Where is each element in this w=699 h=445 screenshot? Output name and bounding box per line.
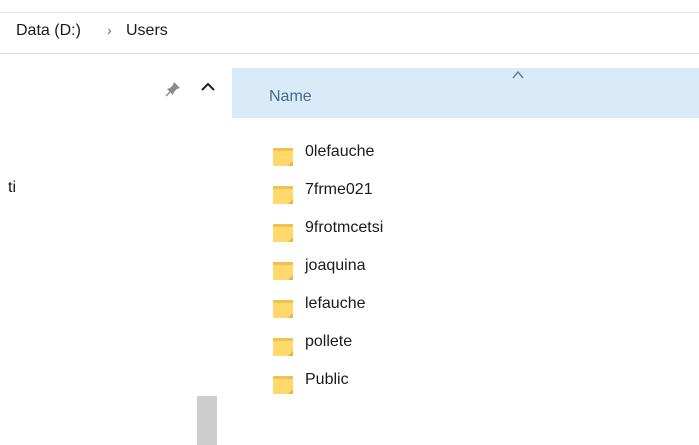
list-item[interactable]: Public <box>268 368 598 398</box>
folder-name: joaquina <box>305 257 366 274</box>
chevron-up-icon[interactable] <box>196 76 220 98</box>
list-item[interactable]: 9frotmcetsi <box>268 216 598 246</box>
folder-icon <box>273 148 293 166</box>
list-item[interactable]: joaquina <box>268 254 598 284</box>
sort-ascending-icon <box>512 70 524 79</box>
navigation-pane <box>0 54 230 445</box>
folder-icon <box>273 338 293 356</box>
list-item[interactable]: 0lefauche <box>268 140 598 170</box>
breadcrumb-separator: › <box>107 22 112 38</box>
folder-name: 7frme021 <box>305 181 373 198</box>
folder-name: 0lefauche <box>305 143 375 160</box>
name-column-label: Name <box>269 88 312 105</box>
list-item[interactable]: 7frme021 <box>268 178 598 208</box>
folder-icon <box>273 262 293 280</box>
scrollbar-thumb[interactable] <box>197 396 217 445</box>
address-bar[interactable]: Data (D:) › Users <box>0 13 699 54</box>
nav-item-partial[interactable]: ti <box>8 179 16 197</box>
folder-icon <box>273 224 293 242</box>
breadcrumb-drive[interactable]: Data (D:) <box>16 22 81 40</box>
folder-icon <box>273 376 293 394</box>
folder-name: Public <box>305 371 349 388</box>
breadcrumb-users[interactable]: Users <box>126 22 168 40</box>
folder-icon <box>273 300 293 318</box>
folder-name: 9frotmcetsi <box>305 219 384 236</box>
list-item[interactable]: lefauche <box>268 292 598 322</box>
top-edge <box>0 0 699 13</box>
folder-icon <box>273 186 293 204</box>
folder-name: lefauche <box>305 295 366 312</box>
pin-icon[interactable] <box>165 81 181 97</box>
list-item[interactable]: pollete <box>268 330 598 360</box>
folder-name: pollete <box>305 333 353 350</box>
